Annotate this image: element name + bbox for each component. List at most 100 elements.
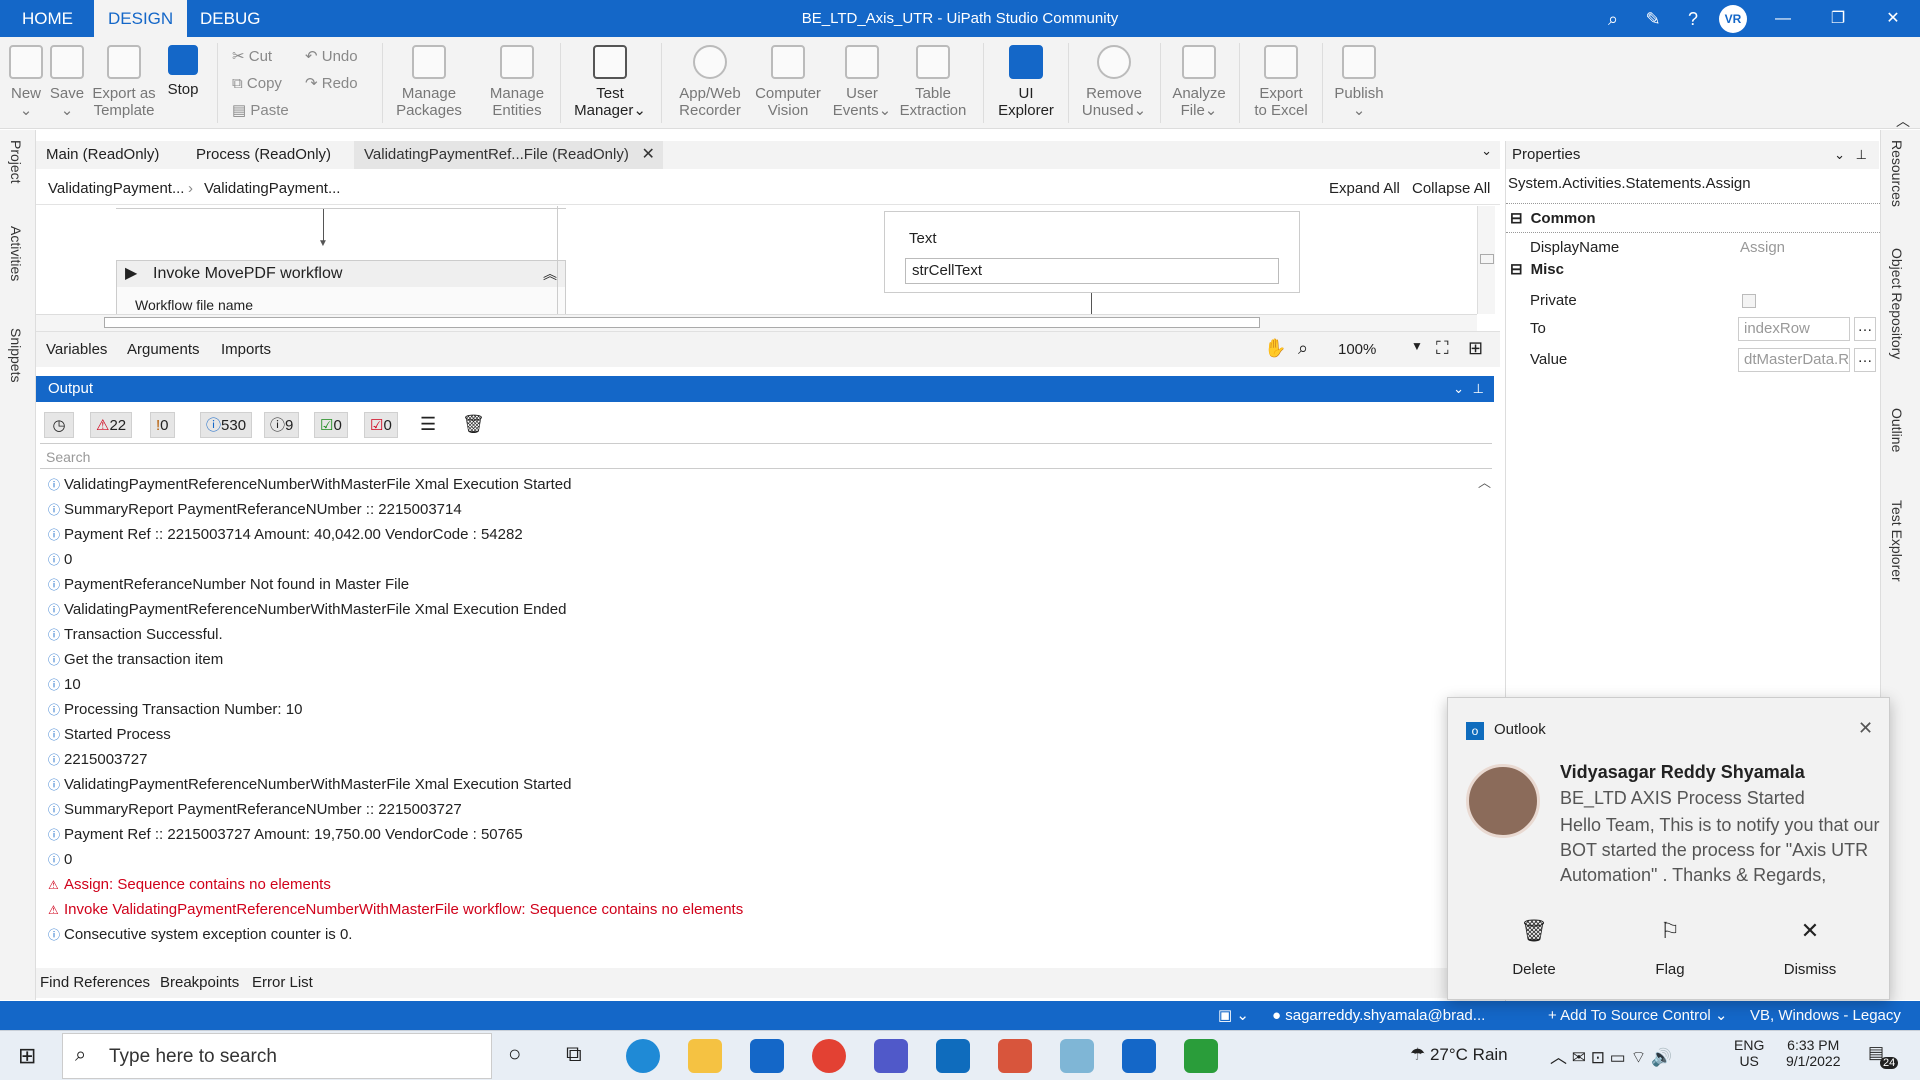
vertical-scrollbar[interactable] — [1477, 206, 1495, 314]
zoom-level[interactable]: 100% — [1338, 341, 1376, 358]
publish-button[interactable]: Publish ⌄ — [1330, 41, 1388, 125]
log-row[interactable]: ⓘ Payment Ref :: 2215003727 Amount: 19,75… — [40, 822, 1492, 847]
manage-entities-button[interactable]: Manage Entities — [482, 41, 552, 125]
redo-button[interactable]: ↷ Redo — [305, 72, 358, 96]
zoom-icon[interactable]: ⌕ — [1298, 338, 1308, 359]
edge-icon[interactable] — [626, 1039, 660, 1073]
activities-tab[interactable]: Activities — [8, 226, 24, 281]
mail-icon[interactable] — [750, 1039, 784, 1073]
weather-widget[interactable]: ☂ 27°C Rain — [1410, 1045, 1508, 1065]
test-manager-button[interactable]: Test Manager⌄ — [572, 41, 648, 125]
log-row[interactable]: ⓘ Started Process — [40, 722, 1492, 747]
maximize-button[interactable]: ❐ — [1815, 0, 1861, 37]
log-row[interactable]: ⓘ PaymentReferanceNumber Not found in Mas… — [40, 572, 1492, 597]
avatar[interactable]: VR — [1719, 5, 1747, 33]
taskbar-search[interactable]: ⌕ Type here to search — [62, 1033, 492, 1079]
pin-icon[interactable]: ⊥ — [1856, 141, 1867, 169]
fit-screen-icon[interactable]: ⛶ — [1436, 338, 1449, 359]
properties-dropdown-icon[interactable]: ⌄ — [1834, 141, 1845, 169]
log-row[interactable]: ⓘ Payment Ref :: 2215003714 Amount: 40,04… — [40, 522, 1492, 547]
cut-button[interactable]: ✂ Cut — [232, 45, 272, 69]
tab-home[interactable]: HOME — [8, 0, 87, 37]
delete-button[interactable]: 🗑 Delete — [1474, 918, 1594, 978]
arguments-tab[interactable]: Arguments — [127, 341, 200, 358]
tab-process[interactable]: Process (ReadOnly) — [186, 141, 341, 169]
analyze-file-button[interactable]: Analyze File⌄ — [1168, 41, 1230, 125]
tab-validating-payment[interactable]: ValidatingPaymentRef...File (ReadOnly) ✕ — [354, 141, 663, 169]
log-row[interactable]: ⓘ ValidatingPaymentReferenceNumberWithMas… — [40, 472, 1492, 497]
log-row-warning[interactable]: ⚠ Assign: Sequence contains no elements — [40, 872, 1492, 897]
computer-vision-button[interactable]: Computer Vision — [752, 41, 824, 125]
notification-icon[interactable]: ▣ ⌄ — [1218, 1001, 1249, 1030]
log-row[interactable]: ⓘ ValidatingPaymentReferenceNumberWithMas… — [40, 772, 1492, 797]
task-view-icon[interactable]: ⧉ — [566, 1041, 582, 1067]
horizontal-scrollbar[interactable] — [36, 314, 1477, 331]
breadcrumb-item[interactable]: ValidatingPayment... — [48, 172, 184, 205]
object-repository-tab[interactable]: Object Repository — [1889, 248, 1905, 359]
value-ellipsis-button[interactable]: … — [1854, 348, 1876, 372]
log-row-warning[interactable]: ⚠ Invoke ValidatingPaymentReferenceNumber… — [40, 897, 1492, 922]
user-account[interactable]: ● sagarreddy.shyamala@brad... — [1272, 1001, 1485, 1030]
log-row[interactable]: ⓘ Transaction Successful. — [40, 622, 1492, 647]
tab-breakpoints[interactable]: Breakpoints — [160, 968, 239, 998]
info-filter[interactable]: ⓘ530 — [200, 412, 253, 438]
hand-pan-icon[interactable]: ✋ — [1264, 338, 1286, 359]
paste-button[interactable]: ▤ Paste — [232, 99, 289, 123]
language-indicator[interactable]: ENG US — [1734, 1037, 1764, 1069]
search-icon[interactable]: ⌕ — [1600, 6, 1626, 32]
output-search-input[interactable]: Search — [40, 443, 1492, 469]
tab-main[interactable]: Main (ReadOnly) — [36, 141, 169, 169]
table-extraction-button[interactable]: Table Extraction — [898, 41, 968, 125]
log-row[interactable]: ⓘ SummaryReport PaymentReferanceNUmber ::… — [40, 497, 1492, 522]
tray-icons[interactable]: ︿ ✉ ⊡ ▭ ⌔ 🔊 — [1550, 1043, 1672, 1068]
close-icon[interactable]: ✕ — [1858, 718, 1873, 739]
user-events-button[interactable]: User Events⌄ — [830, 41, 894, 125]
uipath-studio-icon[interactable] — [1122, 1039, 1156, 1073]
zoom-dropdown-icon[interactable]: ▼ — [1411, 339, 1423, 353]
scrollbar-thumb[interactable] — [104, 317, 1260, 328]
media-player-icon[interactable] — [1184, 1039, 1218, 1073]
common-category[interactable]: ⊟ Common — [1506, 203, 1880, 233]
app-icon[interactable] — [1060, 1039, 1094, 1073]
trash-icon[interactable]: 🗑 — [462, 414, 485, 435]
collapse-icon[interactable]: ⊟ — [1510, 210, 1523, 227]
uipath-assistant-icon[interactable] — [998, 1039, 1032, 1073]
tab-design[interactable]: DESIGN — [94, 0, 188, 37]
breadcrumb-item[interactable]: ValidatingPayment... — [204, 172, 340, 205]
overview-icon[interactable]: ⊞ — [1468, 338, 1483, 359]
snippets-tab[interactable]: Snippets — [8, 328, 24, 382]
export-template-button[interactable]: Export as Template — [90, 41, 158, 125]
output-dropdown-icon[interactable]: ⌄ — [1453, 376, 1464, 402]
misc-category[interactable]: ⊟ Misc — [1506, 255, 1880, 285]
resources-tab[interactable]: Resources — [1889, 140, 1905, 207]
log-row[interactable]: ⓘ 2215003727 — [40, 747, 1492, 772]
outlook-icon[interactable] — [936, 1039, 970, 1073]
undo-button[interactable]: ↶ Undo — [305, 45, 358, 69]
dismiss-button[interactable]: ✕ Dismiss — [1750, 918, 1870, 978]
export-to-excel-button[interactable]: Export to Excel — [1248, 41, 1314, 125]
pin-icon[interactable]: ⊥ — [1473, 376, 1484, 402]
log-row[interactable]: ⓘ 10 — [40, 672, 1492, 697]
scrollbar-thumb[interactable] — [1480, 254, 1494, 264]
log-row[interactable]: ⓘ 0 — [40, 547, 1492, 572]
stop-button[interactable]: Stop — [163, 41, 203, 125]
timestamp-toggle[interactable]: ◷ — [44, 412, 74, 438]
chrome-icon[interactable] — [812, 1039, 846, 1073]
remove-unused-button[interactable]: Remove Unused⌄ — [1078, 41, 1150, 125]
clock[interactable]: 6:33 PM 9/1/2022 — [1786, 1037, 1841, 1069]
collapse-icon[interactable]: ⊟ — [1510, 261, 1523, 278]
outline-tab[interactable]: Outline — [1889, 408, 1905, 452]
outlook-notification[interactable]: o Outlook ✕ Vidyasagar Reddy Shyamala BE… — [1447, 697, 1890, 1000]
log-row[interactable]: ⓘ Get the transaction item — [40, 647, 1492, 672]
collapse-activity-icon[interactable]: ︽ — [543, 264, 557, 284]
file-explorer-icon[interactable] — [688, 1039, 722, 1073]
close-button[interactable]: ✕ — [1870, 0, 1916, 37]
collapse-all-button[interactable]: Collapse All — [1412, 172, 1490, 205]
designer-canvas[interactable]: ▼ Invoke MovePDF workflow ▶ ︽ Workflow f… — [36, 206, 1500, 331]
minimize-button[interactable]: — — [1760, 0, 1806, 37]
project-language[interactable]: VB, Windows - Legacy — [1750, 1001, 1901, 1030]
warnings-filter[interactable]: !0 — [150, 412, 175, 438]
save-button[interactable]: Save ⌄ — [47, 41, 87, 125]
errors-filter[interactable]: ⚠22 — [90, 412, 133, 438]
log-row[interactable]: ⓘ Processing Transaction Number: 10 — [40, 697, 1492, 722]
